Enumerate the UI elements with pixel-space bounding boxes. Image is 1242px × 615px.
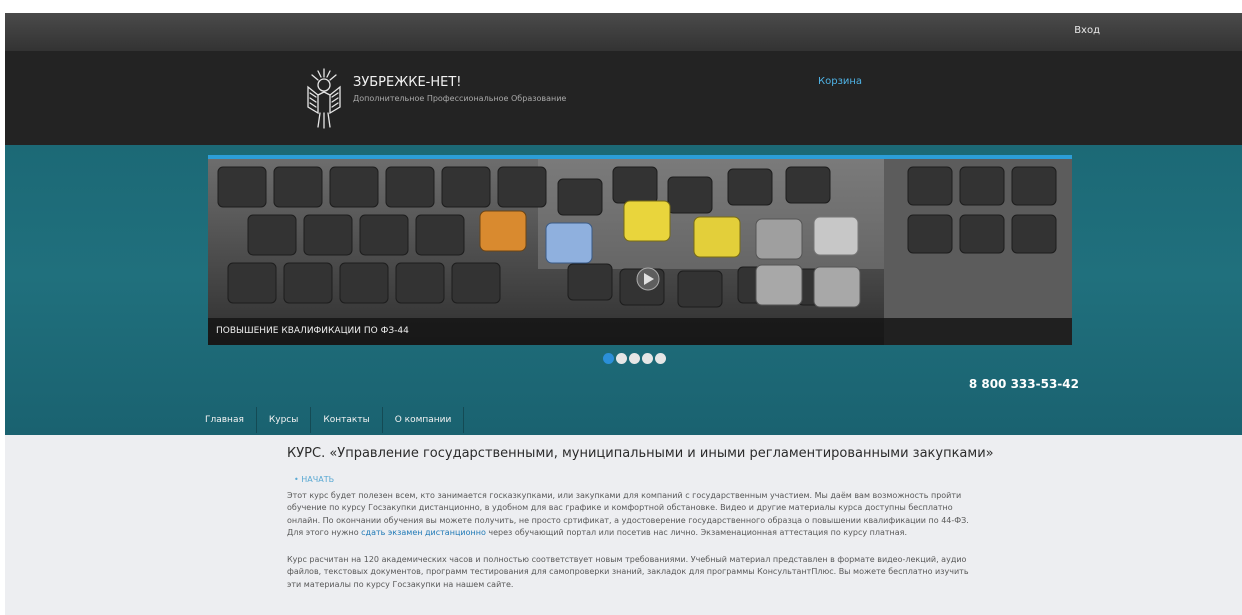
hero-band: ПОВЫШЕНИЕ КВАЛИФИКАЦИИ ПО ФЗ-44 8 800 33… <box>5 145 1242 435</box>
nav-item-courses[interactable]: Курсы <box>257 407 312 433</box>
paragraph-text-after: через обучающий портал или посетив нас л… <box>485 528 908 538</box>
site-header: ЗУБРЕЖКЕ-НЕТ! Дополнительное Профессиона… <box>5 51 1242 145</box>
course-title: КУРС. «Управление государственными, муни… <box>287 446 994 461</box>
start-link-label[interactable]: НАЧАТЬ <box>301 475 334 484</box>
slide-caption[interactable]: ПОВЫШЕНИЕ КВАЛИФИКАЦИИ ПО ФЗ-44 <box>208 318 1072 345</box>
image-slider[interactable]: ПОВЫШЕНИЕ КВАЛИФИКАЦИИ ПО ФЗ-44 <box>208 155 1072 345</box>
course-details-paragraph: Курс расчитан на 120 академических часов… <box>287 555 969 589</box>
login-link[interactable]: Вход <box>1074 25 1100 36</box>
slider-dot-2[interactable] <box>616 353 627 364</box>
site-tagline: Дополнительное Профессиональное Образова… <box>353 94 567 103</box>
logo-mascot-icon[interactable] <box>298 65 350 131</box>
phone-number: 8 800 333-53-42 <box>968 377 1079 391</box>
nav-item-home[interactable]: Главная <box>193 407 257 433</box>
nav-item-about[interactable]: О компании <box>383 407 465 433</box>
course-content: КУРС. «Управление государственными, муни… <box>5 435 1242 615</box>
nav-item-contacts[interactable]: Контакты <box>311 407 383 433</box>
top-bar <box>5 13 1242 51</box>
course-description-paragraph: Этот курс будет полезен всем, кто занима… <box>287 490 977 540</box>
cart-link[interactable]: Корзина <box>818 76 862 87</box>
slider-dot-5[interactable] <box>655 353 666 364</box>
exam-link[interactable]: сдать экзамен дистанционно <box>361 528 486 537</box>
main-nav: Главная Курсы Контакты О компании <box>193 407 465 433</box>
start-link[interactable]: • НАЧАТЬ <box>294 475 334 484</box>
slider-dot-4[interactable] <box>642 353 653 364</box>
slider-pagination <box>603 353 666 364</box>
slider-dot-1[interactable] <box>603 353 614 364</box>
site-name: ЗУБРЕЖКЕ-НЕТ! <box>353 75 462 90</box>
slider-dot-3[interactable] <box>629 353 640 364</box>
